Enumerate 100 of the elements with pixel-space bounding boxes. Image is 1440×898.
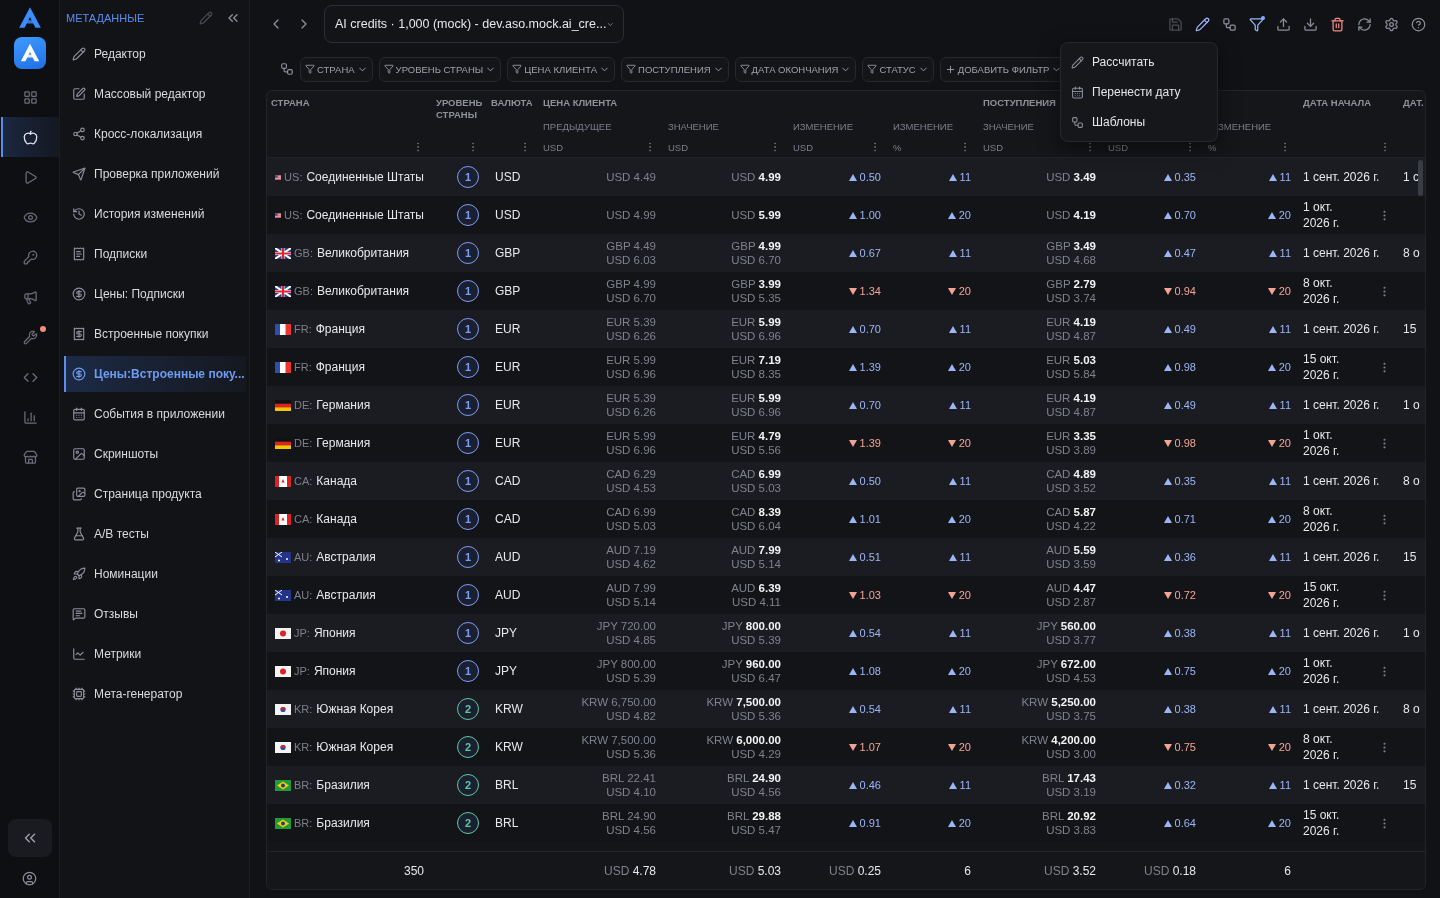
end-date: 1 о bbox=[1403, 625, 1420, 641]
filter-icon[interactable] bbox=[1249, 16, 1264, 32]
price-value: CAD 6.99 bbox=[731, 467, 781, 481]
price-value: AUD 7.99 bbox=[731, 543, 781, 557]
refresh-icon[interactable] bbox=[1357, 16, 1372, 32]
change-value: 0.70 bbox=[1174, 209, 1196, 221]
tier-badge: 1 bbox=[457, 508, 479, 530]
nav-item[interactable]: Метрики bbox=[64, 636, 246, 672]
app-selector[interactable]: AI credits · 1,000 (mock) - dev.aso.mock.ai_cre... bbox=[324, 5, 624, 43]
column-header: ЗНАЧЕНИЕ bbox=[983, 121, 1034, 132]
column-header: ВАЛЮТА bbox=[491, 97, 533, 109]
price-value: EUR 4.79 bbox=[731, 429, 781, 443]
share-icon bbox=[72, 127, 86, 141]
nav-item[interactable]: Массовый редактор bbox=[64, 76, 246, 112]
scrollbar[interactable] bbox=[1418, 160, 1423, 196]
settings-icon[interactable] bbox=[1384, 16, 1399, 32]
country-code: DE: bbox=[294, 399, 313, 411]
flag-icon bbox=[275, 551, 291, 563]
filter-chip[interactable]: СТРАНА bbox=[300, 56, 373, 82]
nav-item[interactable]: Редактор bbox=[64, 36, 246, 72]
column-header: СТРАНА bbox=[271, 97, 310, 109]
change-value: 0.54 bbox=[859, 627, 881, 639]
price-value: USD 4.56 bbox=[731, 785, 781, 799]
proceeds-value: KRW 5,250.00 bbox=[1021, 695, 1096, 709]
previous-price: AUD 7.19 bbox=[606, 543, 656, 557]
menu-item[interactable]: Шаблоны bbox=[1061, 107, 1217, 137]
nav-item[interactable]: A/B тесты bbox=[64, 516, 246, 552]
price-value: JPY 800.00 bbox=[721, 619, 781, 633]
nav-item[interactable]: Встроенные покупки bbox=[64, 316, 246, 352]
nav-item[interactable]: Скриншоты bbox=[64, 436, 246, 472]
filter-chip[interactable]: ПОСТУПЛЕНИЯ bbox=[621, 56, 729, 82]
active-dot bbox=[1261, 15, 1265, 20]
nav-item[interactable]: События в приложении bbox=[64, 396, 246, 432]
rocket-icon bbox=[72, 567, 86, 581]
currency-code: JPY bbox=[495, 626, 517, 640]
price-value: USD 5.03 bbox=[731, 481, 781, 495]
nav-item[interactable]: Отзывы bbox=[64, 596, 246, 632]
proceeds-value: USD 3.77 bbox=[1046, 633, 1096, 647]
country-code: US: bbox=[284, 209, 303, 221]
change-value: 0.46 bbox=[859, 779, 881, 791]
nav-item[interactable]: Номинации bbox=[64, 556, 246, 592]
column-header: УРОВЕНЬ СТРАНЫ bbox=[436, 97, 484, 121]
previous-price: USD 6.03 bbox=[606, 253, 656, 267]
delete-icon[interactable] bbox=[1330, 16, 1345, 32]
price-value: USD 5.99 bbox=[731, 208, 781, 222]
download-icon[interactable] bbox=[1303, 16, 1318, 32]
pencil-icon bbox=[1071, 55, 1084, 69]
megaphone-icon bbox=[23, 289, 38, 305]
nav-item[interactable]: История изменений bbox=[64, 196, 246, 232]
change-value: 20 bbox=[958, 817, 971, 829]
app-icon[interactable] bbox=[13, 37, 46, 69]
change-value: 1.08 bbox=[859, 665, 881, 677]
change-value: 20 bbox=[958, 209, 971, 221]
nav-item[interactable]: Подписки bbox=[64, 236, 246, 272]
nav-item[interactable]: Цены:Встроенные поку... bbox=[64, 356, 246, 392]
change-value: 20 bbox=[958, 513, 971, 525]
nav-item[interactable]: Кросс-локализация bbox=[64, 116, 246, 152]
chip-icon bbox=[72, 687, 86, 701]
change-value: 0.32 bbox=[1174, 779, 1196, 791]
receipt-icon bbox=[72, 327, 86, 341]
user-icon[interactable] bbox=[22, 871, 37, 886]
country-name: Австралия bbox=[316, 550, 376, 564]
filter-icon bbox=[626, 64, 637, 74]
help-icon[interactable] bbox=[1411, 16, 1426, 32]
change-value: 11 bbox=[1279, 171, 1291, 183]
nav-item[interactable]: Цены: Подписки bbox=[64, 276, 246, 312]
price-value: USD 5.39 bbox=[731, 633, 781, 647]
upload-icon[interactable] bbox=[1276, 16, 1291, 32]
previous-price: BRL 22.41 bbox=[602, 771, 656, 785]
nav-item[interactable]: Страница продукта bbox=[64, 476, 246, 512]
previous-price: USD 4.99 bbox=[606, 208, 656, 222]
change-value: 0.75 bbox=[1174, 665, 1196, 677]
line-chart-icon bbox=[72, 647, 86, 661]
filter-chip[interactable]: УРОВЕНЬ СТРАНЫ bbox=[378, 56, 502, 82]
country-code: CA: bbox=[294, 475, 313, 487]
price-value: USD 6.70 bbox=[731, 253, 781, 267]
proceeds-value: USD 3.00 bbox=[1046, 747, 1096, 761]
start-date: 1 сент. 2026 г. bbox=[1303, 625, 1380, 641]
change-value: 1.03 bbox=[859, 589, 881, 601]
country-code: KR: bbox=[294, 703, 313, 715]
filter-chip[interactable]: СТАТУС bbox=[862, 56, 934, 82]
rail-item[interactable] bbox=[0, 117, 59, 157]
change-value: 0.47 bbox=[1174, 247, 1196, 259]
country-name: Япония bbox=[313, 664, 356, 678]
filter-chip[interactable]: ДАТА ОКОНЧАНИЯ bbox=[734, 56, 857, 82]
collapse-button[interactable] bbox=[7, 819, 52, 857]
apple-icon bbox=[23, 129, 38, 145]
change-value: 0.64 bbox=[1174, 817, 1196, 829]
edit-icon[interactable] bbox=[1195, 16, 1210, 32]
currency-code: GBP bbox=[495, 246, 521, 260]
filter-chip[interactable]: ЦЕНА КЛИЕНТА bbox=[507, 56, 616, 82]
change-value: 0.35 bbox=[1174, 475, 1196, 487]
price-value: USD 5.14 bbox=[731, 557, 781, 571]
change-value: 0.38 bbox=[1174, 703, 1196, 715]
nav-item[interactable]: Проверка приложений bbox=[64, 156, 246, 192]
change-value: 20 bbox=[958, 437, 971, 449]
save-icon[interactable] bbox=[1168, 16, 1183, 32]
end-date: 15 bbox=[1403, 777, 1417, 793]
nav-item[interactable]: Мета-генератор bbox=[64, 676, 246, 712]
tier-badge: 2 bbox=[457, 698, 479, 720]
